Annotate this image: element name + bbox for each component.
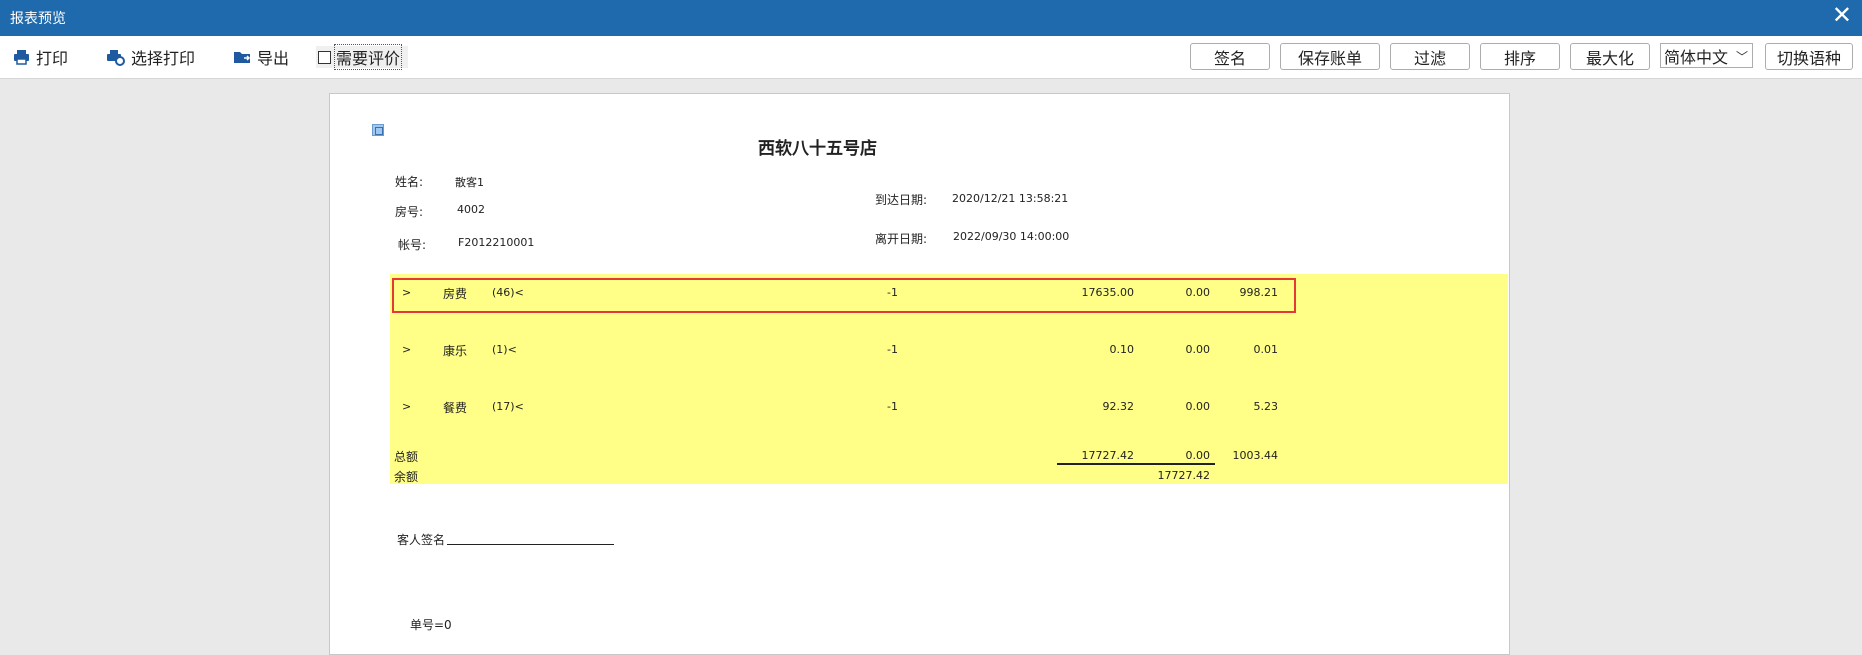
total-label: 总额 bbox=[394, 450, 419, 464]
balance-value: 17727.42 bbox=[1157, 469, 1211, 482]
room-label: 房号: bbox=[395, 205, 424, 219]
total-col3: 1003.44 bbox=[1232, 449, 1279, 462]
report-page: 西软八十五号店 姓名: 散客1 房号: 4002 帐号: F2012210001… bbox=[329, 93, 1510, 655]
total-amount: 17727.42 bbox=[1081, 449, 1135, 462]
name-label: 姓名: bbox=[395, 175, 424, 189]
language-select[interactable]: 简体中文 ﹀ bbox=[1660, 43, 1753, 68]
printer-icon bbox=[14, 50, 29, 65]
arrival-label: 到达日期: bbox=[875, 193, 928, 207]
select-print-label: 选择打印 bbox=[131, 49, 196, 68]
bill-number: 单号=0 bbox=[410, 618, 452, 632]
row-amount: 0.10 bbox=[1109, 343, 1135, 356]
departure-label: 离开日期: bbox=[875, 232, 928, 246]
row-col2: 0.00 bbox=[1185, 343, 1211, 356]
account-label: 帐号: bbox=[398, 238, 427, 252]
checkbox-box[interactable] bbox=[318, 50, 331, 64]
window-title: 报表预览 bbox=[10, 11, 66, 27]
row-col3: 0.01 bbox=[1253, 343, 1279, 356]
switch-language-button[interactable]: 切换语种 bbox=[1765, 43, 1853, 70]
room-value: 4002 bbox=[457, 203, 485, 216]
export-folder-icon bbox=[234, 52, 251, 63]
name-value: 散客1 bbox=[455, 176, 484, 189]
select-print-button[interactable]: 选择打印 bbox=[106, 46, 195, 68]
print-label: 打印 bbox=[36, 49, 69, 68]
row-name: 康乐 bbox=[443, 344, 468, 358]
arrival-value: 2020/12/21 13:58:21 bbox=[952, 192, 1069, 205]
language-select-value: 简体中文 bbox=[1664, 47, 1729, 67]
row-count: (17)< bbox=[492, 400, 524, 413]
balance-label: 余额 bbox=[394, 470, 419, 484]
need-review-label: 需要评价 bbox=[334, 44, 403, 70]
total-col2: 0.00 bbox=[1185, 449, 1211, 462]
total-underline bbox=[1057, 463, 1215, 465]
report-icon bbox=[372, 124, 384, 136]
export-button[interactable]: 导出 bbox=[233, 46, 289, 68]
row-count: (1)< bbox=[492, 343, 517, 356]
row-name: 餐费 bbox=[443, 401, 468, 415]
filter-button[interactable]: 过滤 bbox=[1390, 43, 1470, 70]
row-flag: -1 bbox=[887, 400, 898, 413]
row-amount: 92.32 bbox=[1102, 400, 1135, 413]
departure-value: 2022/09/30 14:00:00 bbox=[953, 230, 1070, 243]
row-expand-icon[interactable]: > bbox=[402, 400, 411, 413]
toolbar: 打印 选择打印 导出 需要评价 签名 保存账单 过滤 排序 最大化 简体中文 ﹀… bbox=[0, 36, 1862, 79]
chevron-down-icon: ﹀ bbox=[1735, 50, 1748, 64]
guest-sign-label: 客人签名 bbox=[397, 533, 446, 547]
sign-button[interactable]: 签名 bbox=[1190, 43, 1270, 70]
export-label: 导出 bbox=[257, 49, 290, 68]
row-col3: 5.23 bbox=[1253, 400, 1279, 413]
print-button[interactable]: 打印 bbox=[13, 46, 68, 68]
title-bar: 报表预览 ✕ bbox=[0, 0, 1862, 36]
printer-settings-icon bbox=[107, 49, 125, 66]
row-expand-icon[interactable]: > bbox=[402, 343, 411, 356]
sort-button[interactable]: 排序 bbox=[1480, 43, 1560, 70]
row-col2: 0.00 bbox=[1185, 400, 1211, 413]
row-flag: -1 bbox=[887, 343, 898, 356]
need-review-checkbox[interactable]: 需要评价 bbox=[316, 44, 409, 70]
close-icon[interactable]: ✕ bbox=[1832, 3, 1852, 27]
report-title: 西软八十五号店 bbox=[758, 139, 877, 159]
guest-sign-line bbox=[447, 544, 614, 545]
account-value: F2012210001 bbox=[458, 236, 535, 249]
maximize-button[interactable]: 最大化 bbox=[1570, 43, 1650, 70]
save-bill-button[interactable]: 保存账单 bbox=[1280, 43, 1380, 70]
selected-row-highlight bbox=[392, 278, 1296, 313]
